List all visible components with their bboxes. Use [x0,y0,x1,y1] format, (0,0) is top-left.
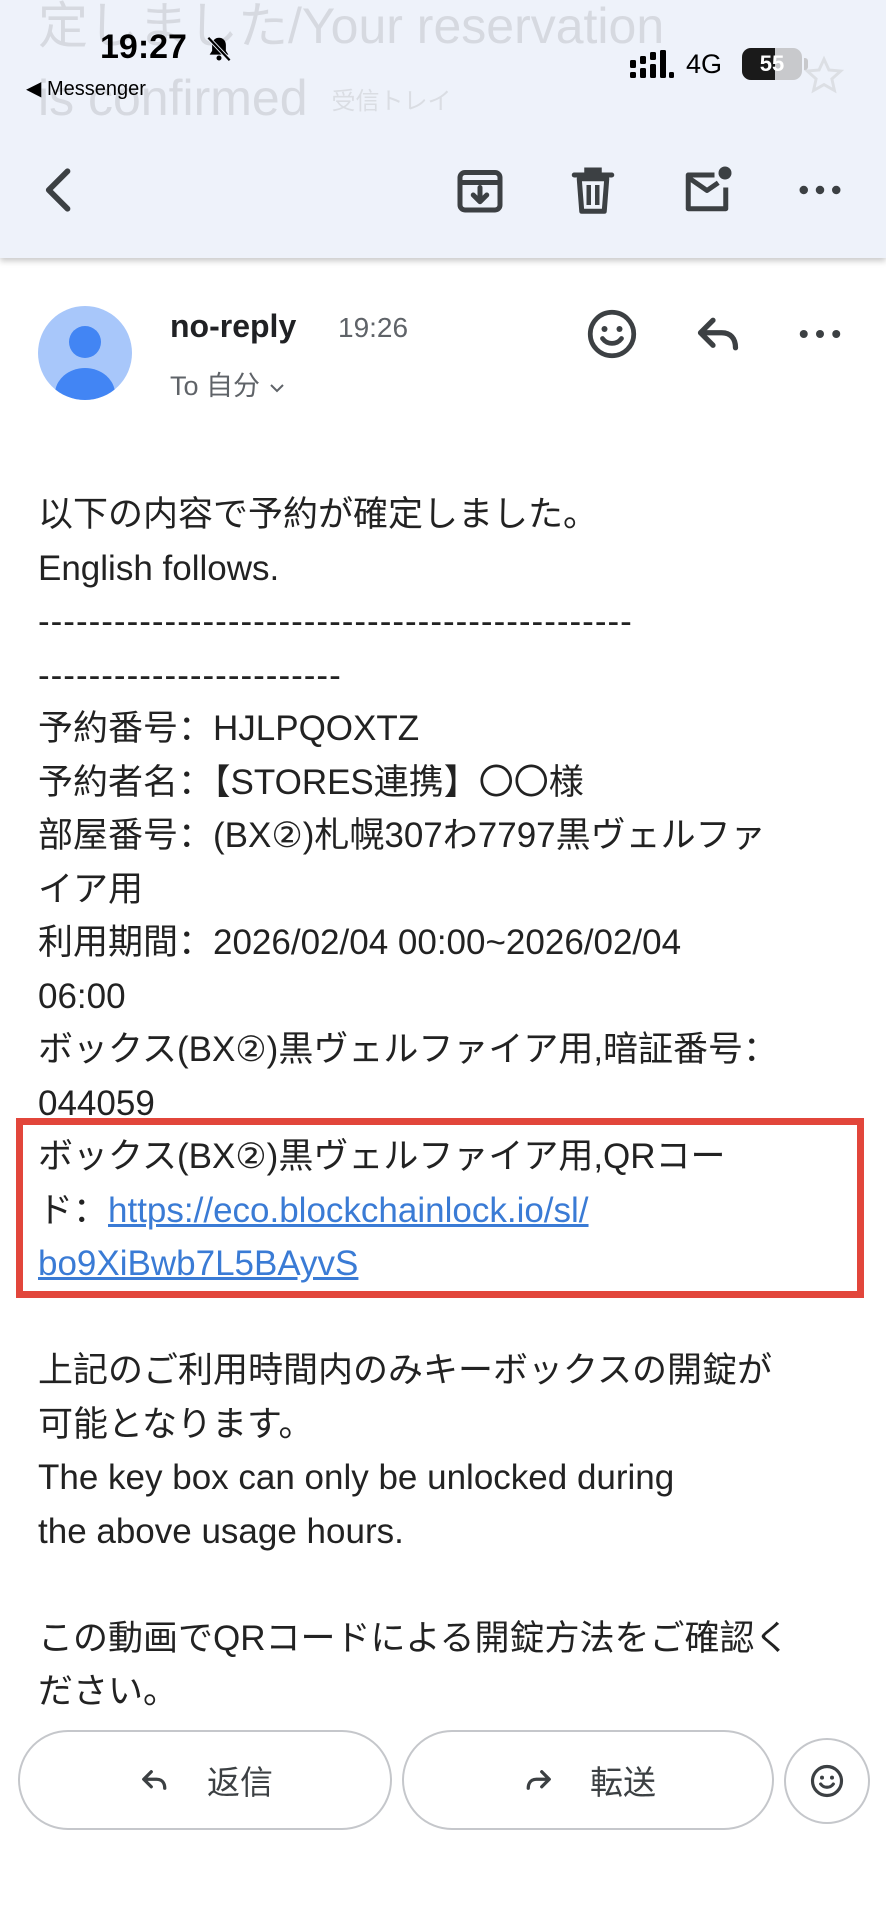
chevron-down-icon [270,384,284,393]
room-number: 部屋番号：(BX②)札幌307わ7797黒ヴェルファ [38,816,766,855]
more-icon[interactable] [790,160,850,220]
battery-tip [804,58,808,70]
back-to-messenger[interactable]: ◀ Messenger [26,76,146,101]
separator-line: ----------------------------------------… [38,602,633,641]
forward-button[interactable]: 転送 [402,1730,774,1830]
recipient-label: To 自分 [170,371,261,401]
status-time: 19:27 [100,28,187,66]
network-type: 4G [686,49,723,79]
video-note: この動画でQRコードによる開錠方法をご確認く [38,1618,790,1658]
delete-icon[interactable] [563,160,623,220]
emoji-reaction-button[interactable] [784,1738,870,1824]
forward-icon [526,1770,551,1790]
reply-label: 返信 [207,1764,273,1801]
intro-ja: 以下の内容で予約が確定しました。 [38,495,599,534]
more-options-icon[interactable] [790,304,850,364]
sender-name[interactable]: no-reply [170,308,296,345]
usage-period: 利用期間：2026/02/04 00:00~2026/02/04 [38,923,682,962]
reply-icon [142,1770,167,1790]
inbox-label: 受信トレイ [331,87,452,115]
reservation-number: 予約番号：HJLPQOXTZ [38,709,420,748]
mark-unread-icon[interactable] [677,160,737,220]
back-arrow-icon[interactable] [30,160,90,220]
room-number-cont: イア用 [38,869,144,909]
pin-code: ボックス(BX②)黒ヴェルファイア用,暗証番号： [38,1030,779,1069]
note-ja: 上記のご利用時間内のみキーボックスの開錠が [38,1351,772,1390]
smiley-icon [810,1764,844,1798]
star-icon[interactable] [802,54,846,98]
note-en: The key box can only be unlocked during [38,1458,675,1497]
usage-period-cont: 06:00 [38,976,126,1016]
note-en-cont: the above usage hours. [38,1511,404,1551]
reply-icon[interactable] [688,304,748,364]
qr-highlight-box [16,1118,864,1298]
sent-time: 19:26 [338,312,409,343]
battery-percent: 55 [759,51,785,76]
recipient-toggle[interactable]: To 自分 [170,364,286,403]
reply-button[interactable]: 返信 [18,1730,392,1830]
signal-icon [630,50,674,78]
bell-off-icon [206,36,232,62]
battery-icon: 55 [742,48,802,80]
separator-line: ------------------------ [38,655,342,695]
top-app-bar: 定しました/Your reservation is confirmed 受信トレイ… [0,0,886,258]
video-note-cont: ださい。 [38,1672,179,1711]
emoji-reaction-icon[interactable] [582,304,642,364]
forward-label: 転送 [590,1764,656,1801]
archive-icon[interactable] [450,160,510,220]
note-ja-cont: 可能となります。 [38,1404,314,1444]
reserver-name: 予約者名：【STORES連携】〇〇様 [38,762,584,802]
email-body: 以下の内容で予約が確定しました。 English follows. ------… [38,488,860,1719]
avatar[interactable] [38,306,132,400]
intro-en: English follows. [38,548,280,588]
